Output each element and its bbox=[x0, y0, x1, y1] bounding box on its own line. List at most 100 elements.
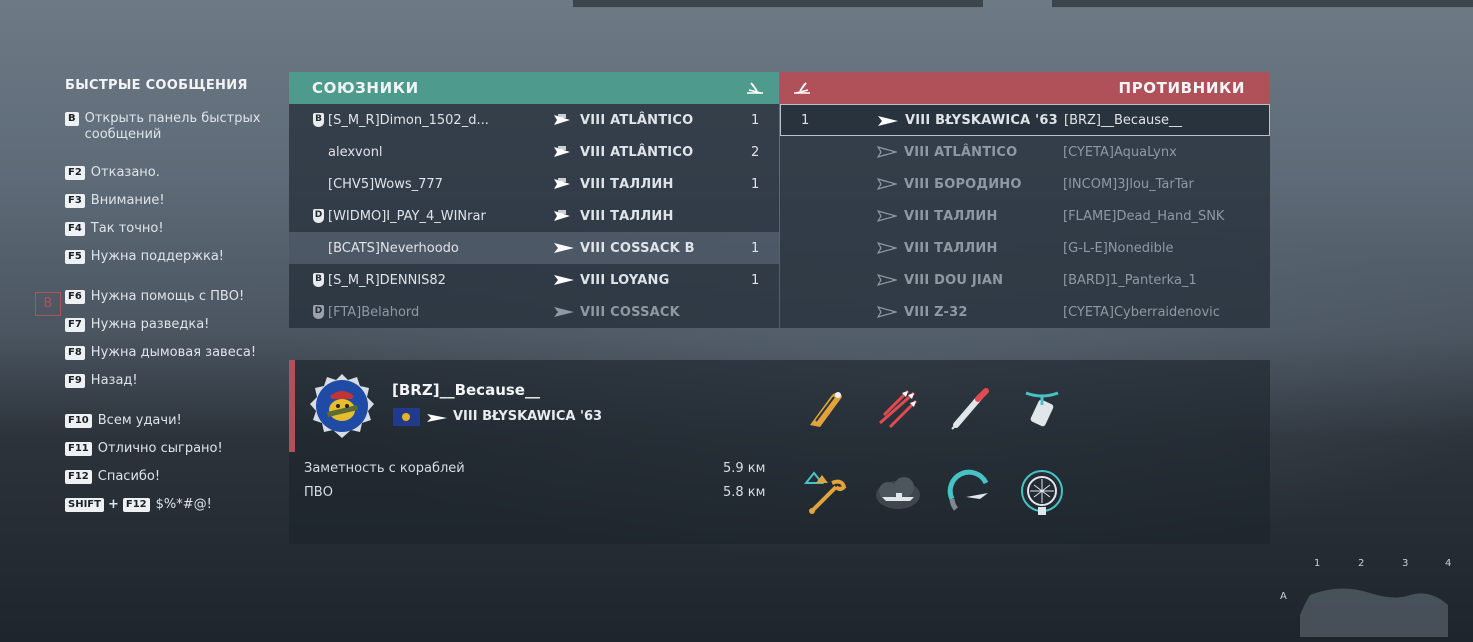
quick-message-item[interactable]: SHIFT + F12 $%*#@! bbox=[65, 497, 280, 525]
damage-control-icon[interactable] bbox=[802, 469, 850, 517]
torpedo-icon[interactable] bbox=[946, 385, 994, 433]
enemy-player-row[interactable]: VIII ATLÂNTICO [CYETA]AquaLynx bbox=[780, 136, 1270, 168]
quick-message-text: Открыть панель быстрых сообщений bbox=[84, 111, 261, 142]
ship-name: VIII ТАЛЛИН bbox=[580, 176, 674, 192]
player-detail-card: [BRZ]__Because__ VIII BŁYSKAWICA '63 Зам… bbox=[289, 360, 1270, 544]
ally-player-row[interactable]: [BCATS]Neverhoodo VIII COSSACK B 1 bbox=[289, 232, 779, 264]
ship-name: VIII ТАЛЛИН bbox=[904, 240, 998, 256]
quick-message-item[interactable]: F8 Нужна дымовая завеса! bbox=[65, 345, 280, 373]
key-badge: F3 bbox=[65, 194, 85, 208]
key-badge: F12 bbox=[122, 498, 150, 512]
division-badge-icon: B bbox=[313, 113, 324, 127]
top-hud-scoreboard bbox=[573, 0, 983, 8]
enemy-accent-bar bbox=[289, 360, 295, 452]
engine-boost-icon[interactable] bbox=[946, 469, 994, 517]
destroyer-class-icon bbox=[877, 210, 897, 222]
player-name: [S_M_R]Dimon_1502_d... bbox=[328, 112, 489, 128]
player-name: [BCATS]Neverhoodo bbox=[328, 240, 459, 256]
player-ship: VIII BŁYSKAWICA '63 bbox=[453, 409, 603, 424]
quick-message-text: Всем удачи! bbox=[97, 413, 182, 428]
aircraft-icon bbox=[747, 82, 763, 94]
quick-message-text: Внимание! bbox=[90, 193, 165, 208]
smoke-generator-icon[interactable] bbox=[874, 469, 922, 517]
quick-message-item[interactable]: F3 Внимание! bbox=[65, 193, 280, 221]
minimap[interactable]: 1 2 3 4 A bbox=[1280, 555, 1473, 642]
quick-message-text: Отказано. bbox=[90, 165, 160, 180]
ally-player-row[interactable]: B [S_M_R]DENNIS82 VIII LOYANG 1 bbox=[289, 264, 779, 296]
enemies-panel: ПРОТИВНИКИ 1 VIII BŁYSKAWICA '63 [BRZ]__Be… bbox=[780, 72, 1270, 328]
cruiser-class-icon bbox=[877, 178, 897, 190]
key-badge: B bbox=[65, 112, 79, 126]
ally-player-row[interactable]: alexvonl VIII ATLÂNTICO 2 bbox=[289, 136, 779, 168]
quick-message-text: Назад! bbox=[90, 373, 138, 388]
enemy-player-row[interactable]: VIII БОРОДИНО [INCOM]3Jlou_TarTar bbox=[780, 168, 1270, 200]
allies-title: СОЮЗНИКИ bbox=[312, 79, 419, 97]
missile-squadron-icon[interactable] bbox=[874, 385, 922, 433]
torpedo-reload-icon[interactable] bbox=[802, 385, 850, 433]
enemy-player-row[interactable]: VIII ТАЛЛИН [FLAME]Dead_Hand_SNK bbox=[780, 200, 1270, 232]
player-name: [CYETA]Cyberraidenovic bbox=[1063, 304, 1220, 320]
quick-message-item[interactable]: F7 Нужна разведка! bbox=[65, 317, 280, 345]
player-name: [FLAME]Dead_Hand_SNK bbox=[1063, 208, 1225, 224]
kill-count: 2 bbox=[751, 144, 760, 160]
key-badge: F11 bbox=[65, 442, 92, 456]
kill-count: 1 bbox=[751, 272, 760, 288]
quick-message-text: Нужна поддержка! bbox=[90, 249, 224, 264]
quick-message-text: Спасибо! bbox=[97, 469, 161, 484]
player-name: [BRZ]__Because__ bbox=[1064, 112, 1183, 128]
enemy-player-row[interactable]: VIII Z-32 [CYETA]Cyberraidenovic bbox=[780, 296, 1270, 328]
quick-message-text: $%*#@! bbox=[155, 497, 212, 512]
ally-player-row[interactable]: D [FTA]Belahord VIII COSSACK bbox=[289, 296, 779, 328]
player-name: [BARD]1_Panterka_1 bbox=[1063, 272, 1197, 288]
ally-player-row[interactable]: B [S_M_R]Dimon_1502_d... VIII ATLÂNTICO 1 bbox=[289, 104, 779, 136]
quick-message-item[interactable]: F2 Отказано. bbox=[65, 165, 280, 193]
kill-count: 1 bbox=[751, 176, 760, 192]
cruiser-class-icon bbox=[554, 178, 570, 189]
quick-message-item[interactable]: B Открыть панель быстрых сообщений bbox=[65, 111, 280, 165]
quick-message-text: Отлично сыграно! bbox=[97, 441, 223, 456]
ally-player-row[interactable]: D [WIDMO]I_PAY_4_WINrar VIII ТАЛЛИН bbox=[289, 200, 779, 232]
cruiser-class-icon bbox=[554, 210, 570, 221]
ship-name: VIII COSSACK B bbox=[580, 240, 695, 256]
quick-message-item[interactable]: F12 Спасибо! bbox=[65, 469, 280, 497]
key-badge: F9 bbox=[65, 374, 85, 388]
player-name: [G-L-E]Nonedible bbox=[1063, 240, 1174, 256]
enemy-player-row[interactable]: VIII ТАЛЛИН [G-L-E]Nonedible bbox=[780, 232, 1270, 264]
enemy-player-row[interactable]: VIII DOU JIAN [BARD]1_Panterka_1 bbox=[780, 264, 1270, 296]
hydroacoustic-search-icon[interactable] bbox=[1018, 469, 1066, 517]
player-name: [WIDMO]I_PAY_4_WINrar bbox=[328, 208, 486, 224]
player-name: [INCOM]3Jlou_TarTar bbox=[1063, 176, 1194, 192]
destroyer-class-icon bbox=[554, 275, 574, 285]
depth-charge-icon[interactable] bbox=[1018, 385, 1066, 433]
quick-message-item[interactable]: F11 Отлично сыграно! bbox=[65, 441, 280, 469]
ally-player-row[interactable]: [CHV5]Wows_777 VIII ТАЛЛИН 1 bbox=[289, 168, 779, 200]
quick-message-item[interactable]: F5 Нужна поддержка! bbox=[65, 249, 280, 277]
enemy-player-row[interactable]: 1 VIII BŁYSKAWICA '63 [BRZ]__Because__ bbox=[780, 104, 1270, 136]
ship-name: VIII БОРОДИНО bbox=[904, 176, 1022, 192]
division-badge-icon: D bbox=[313, 305, 324, 319]
player-name: alexvonl bbox=[328, 144, 383, 160]
player-name: [S_M_R]DENNIS82 bbox=[328, 272, 446, 288]
quick-message-item[interactable]: F9 Назад! bbox=[65, 373, 280, 401]
ship-name: VIII ATLÂNTICO bbox=[580, 144, 694, 160]
nation-flag-icon bbox=[393, 408, 420, 426]
world-marker: B bbox=[35, 292, 61, 316]
ship-name: VIII LOYANG bbox=[580, 272, 670, 288]
ship-name: VIII BŁYSKAWICA '63 bbox=[905, 112, 1058, 128]
destroyer-class-icon bbox=[878, 116, 898, 126]
quick-message-item[interactable]: F6 Нужна помощь с ПВО! bbox=[65, 289, 280, 317]
destroyer-class-icon bbox=[427, 414, 447, 422]
quick-message-item[interactable]: F10 Всем удачи! bbox=[65, 413, 280, 441]
clan-emblem-icon bbox=[310, 374, 374, 438]
allies-header: СОЮЗНИКИ bbox=[289, 72, 779, 104]
quick-message-item[interactable]: F4 Так точно! bbox=[65, 221, 280, 249]
quick-messages-panel: БЫСТРЫЕ СООБЩЕНИЯ B Открыть панель быстры… bbox=[65, 78, 280, 525]
kill-count: 1 bbox=[801, 112, 810, 128]
ship-name: VIII DOU JIAN bbox=[904, 272, 1004, 288]
ship-name: VIII ТАЛЛИН bbox=[904, 208, 998, 224]
aircraft-icon bbox=[794, 82, 810, 94]
destroyer-class-icon bbox=[877, 274, 897, 286]
player-name: [CHV5]Wows_777 bbox=[328, 176, 443, 192]
minimap-row-label: A bbox=[1280, 591, 1287, 602]
stat-value: 5.9 км bbox=[723, 461, 766, 476]
